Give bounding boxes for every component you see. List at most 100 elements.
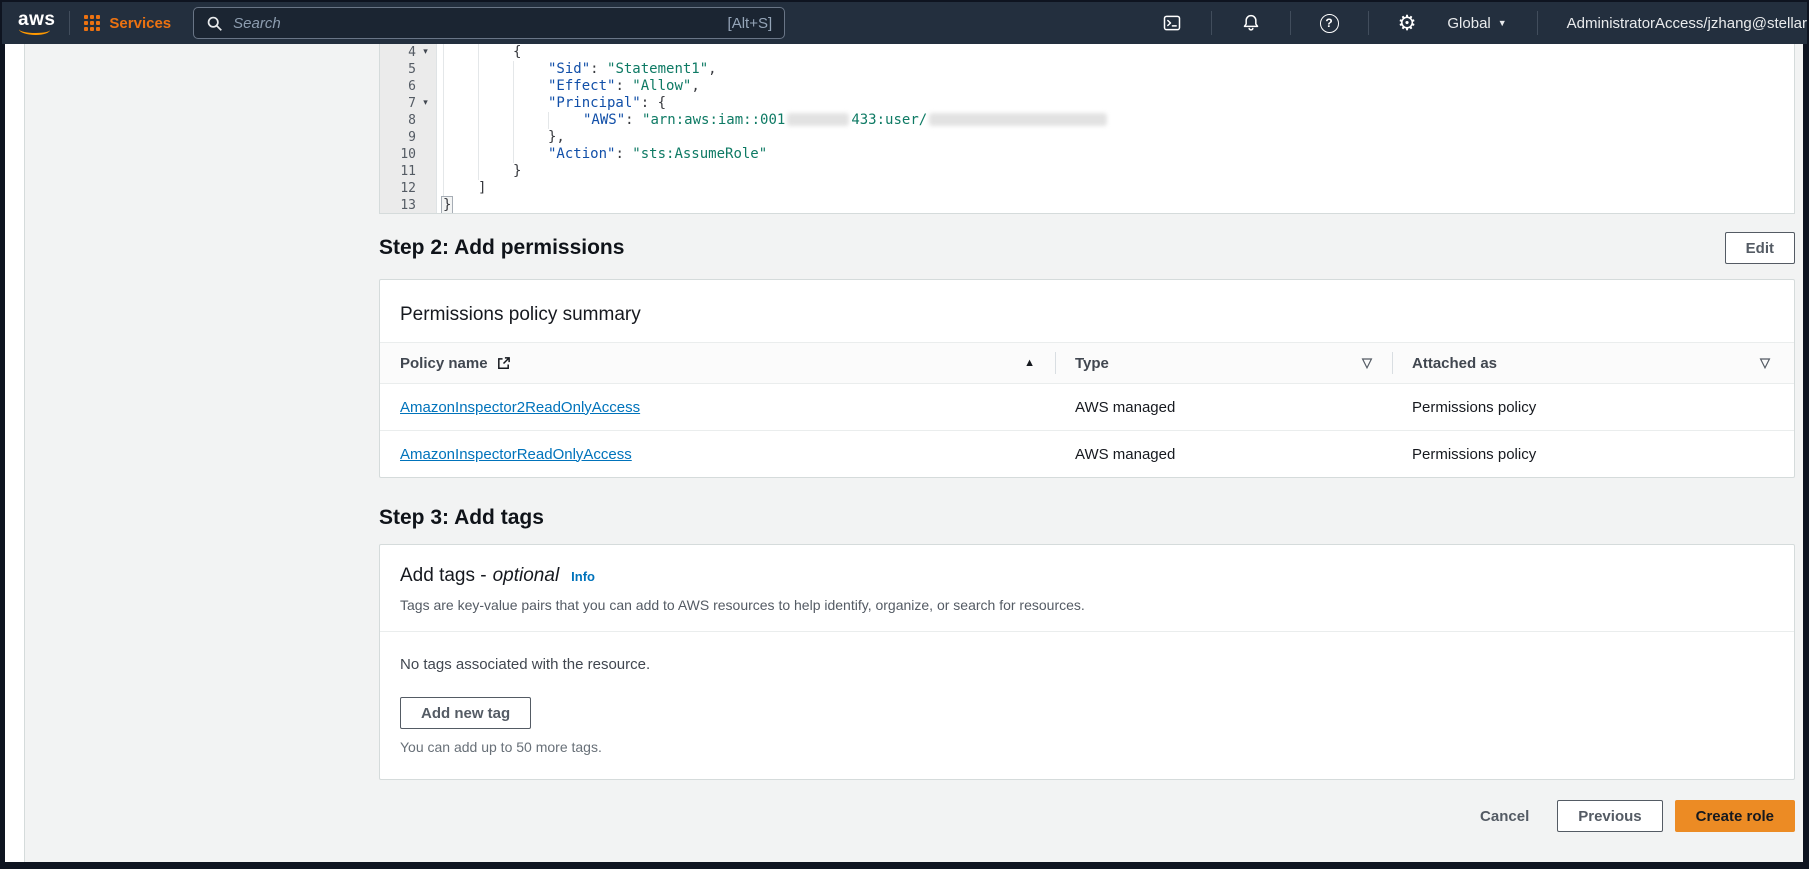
search-input[interactable]: Search [Alt+S] bbox=[193, 7, 786, 39]
add-tags-title: Add tags - optional Info bbox=[400, 565, 1774, 587]
code-line[interactable]: 12] bbox=[380, 180, 1794, 197]
column-header-attached-as[interactable]: Attached as ▽ bbox=[1392, 343, 1794, 383]
code-token: ] bbox=[478, 180, 487, 196]
edit-permissions-button[interactable]: Edit bbox=[1724, 232, 1795, 264]
column-header-policy-name[interactable]: Policy name ▲ bbox=[380, 343, 1055, 383]
code-indent bbox=[443, 112, 583, 129]
step2-heading: Step 2: Add permissions bbox=[379, 236, 625, 259]
code-token: : { bbox=[640, 95, 667, 111]
sort-ascending-icon[interactable]: ▲ bbox=[1024, 357, 1035, 369]
cell-attached-as: Permissions policy bbox=[1412, 398, 1537, 416]
table-row: AmazonInspectorReadOnlyAccess AWS managed… bbox=[380, 430, 1794, 477]
line-number: 9 bbox=[408, 130, 416, 145]
permissions-card-title: Permissions policy summary bbox=[400, 304, 641, 325]
policy-table-body: AmazonInspector2ReadOnlyAccess AWS manage… bbox=[380, 384, 1794, 477]
code-line[interactable]: 5 "Sid": "Statement1", bbox=[380, 61, 1794, 78]
services-label: Services bbox=[109, 14, 172, 32]
settings-button[interactable]: ⚙ bbox=[1383, 2, 1432, 44]
line-number-gutter[interactable]: 4 ▾ bbox=[380, 44, 437, 61]
help-button[interactable]: ? bbox=[1305, 2, 1354, 44]
code-token: : bbox=[615, 146, 633, 162]
code-line-text: "Principal": { bbox=[437, 95, 666, 112]
fold-arrow-icon[interactable]: ▾ bbox=[416, 44, 435, 61]
add-tags-title-main: Add tags - bbox=[400, 565, 487, 586]
collapsed-side-panel[interactable] bbox=[5, 44, 25, 862]
code-token: }, bbox=[548, 129, 565, 145]
code-indent bbox=[443, 146, 548, 163]
filter-icon[interactable]: ▽ bbox=[1362, 355, 1372, 371]
policy-name-link[interactable]: AmazonInspectorReadOnlyAccess bbox=[400, 446, 632, 463]
line-number-gutter[interactable]: 13 bbox=[380, 197, 437, 213]
previous-button[interactable]: Previous bbox=[1557, 800, 1663, 832]
notifications-bell-icon bbox=[1243, 14, 1258, 31]
line-number: 11 bbox=[400, 164, 416, 179]
code-token: 433:user/ bbox=[851, 112, 928, 128]
line-number-gutter[interactable]: 7 ▾ bbox=[380, 95, 437, 112]
line-number-gutter[interactable]: 6 bbox=[380, 78, 437, 95]
nav-divider bbox=[1367, 11, 1369, 35]
line-number: 6 bbox=[408, 79, 416, 94]
code-line[interactable]: 9}, bbox=[380, 129, 1794, 146]
code-line-text: "Sid": "Statement1", bbox=[437, 61, 717, 78]
line-number-gutter[interactable]: 12 bbox=[380, 180, 437, 197]
code-indent bbox=[443, 78, 548, 95]
search-shortcut-hint: [Alt+S] bbox=[727, 14, 773, 32]
code-token: "Effect" bbox=[548, 78, 616, 94]
code-line[interactable]: 6 "Effect": "Allow", bbox=[380, 78, 1794, 95]
code-token: } bbox=[441, 196, 454, 213]
code-line[interactable]: 10 "Action": "sts:AssumeRole" bbox=[380, 146, 1794, 163]
add-new-tag-button[interactable]: Add new tag bbox=[400, 697, 532, 729]
tag-limit-caption: You can add up to 50 more tags. bbox=[400, 739, 602, 755]
cell-type: AWS managed bbox=[1075, 398, 1176, 416]
code-lines: 4 ▾{5 "Sid": "Statement1", 6 "Effect": "Allo… bbox=[380, 44, 1794, 213]
redacted-value bbox=[929, 112, 1108, 126]
services-menu-button[interactable]: Services bbox=[84, 15, 171, 32]
external-link-icon bbox=[497, 356, 510, 369]
code-line-text: } bbox=[437, 196, 454, 213]
code-token: } bbox=[513, 163, 522, 179]
code-line[interactable]: 8 "AWS": "arn:aws:iam::001 433:user/ bbox=[380, 112, 1794, 129]
filter-icon[interactable]: ▽ bbox=[1760, 355, 1770, 371]
code-line[interactable]: 4 ▾ { bbox=[380, 44, 1794, 61]
line-number-gutter[interactable]: 10 bbox=[380, 146, 437, 163]
line-number-gutter[interactable]: 8 bbox=[380, 112, 437, 129]
code-line[interactable]: 7 ▾ "Principal": { bbox=[380, 95, 1794, 112]
code-line-text: "AWS": "arn:aws:iam::001 433:user/ bbox=[437, 112, 1109, 129]
info-link[interactable]: Info bbox=[571, 569, 595, 584]
code-token: "Statement1" bbox=[607, 61, 709, 77]
nav-divider bbox=[1536, 11, 1538, 35]
notifications-button[interactable] bbox=[1226, 2, 1276, 44]
column-header-type[interactable]: Type ▽ bbox=[1055, 343, 1392, 383]
aws-logo[interactable]: aws bbox=[18, 9, 55, 37]
account-menu[interactable]: AdministratorAccess/jzhang@stellar bbox=[1567, 15, 1807, 32]
trust-policy-json-editor[interactable]: 4 ▾{5 "Sid": "Statement1", 6 "Effect": "Allo… bbox=[379, 44, 1795, 214]
create-role-button[interactable]: Create role bbox=[1674, 800, 1795, 832]
region-label: Global bbox=[1447, 14, 1491, 32]
fold-arrow-icon[interactable]: ▾ bbox=[416, 95, 435, 112]
code-line[interactable]: 11} bbox=[380, 163, 1794, 180]
code-token: "Sid" bbox=[548, 61, 591, 77]
services-grid-icon bbox=[84, 15, 101, 31]
line-number-gutter[interactable]: 5 bbox=[380, 61, 437, 78]
nav-divider bbox=[69, 11, 71, 35]
line-number-gutter[interactable]: 9 bbox=[380, 129, 437, 146]
cell-policy-name: AmazonInspectorReadOnlyAccess bbox=[380, 446, 1055, 463]
line-number: 7 bbox=[408, 96, 416, 111]
cancel-button[interactable]: Cancel bbox=[1480, 808, 1529, 825]
policy-name-link[interactable]: AmazonInspector2ReadOnlyAccess bbox=[400, 399, 640, 416]
wizard-footer-actions: Cancel Previous Create role bbox=[379, 800, 1795, 832]
code-indent bbox=[443, 61, 548, 78]
line-number: 8 bbox=[408, 113, 416, 128]
region-dropdown[interactable]: Global ▼ bbox=[1431, 15, 1522, 32]
code-token: : bbox=[615, 78, 633, 94]
line-number-gutter[interactable]: 11 bbox=[380, 163, 437, 180]
table-row: AmazonInspector2ReadOnlyAccess AWS manage… bbox=[380, 384, 1794, 430]
code-line[interactable]: 13} bbox=[380, 196, 1794, 213]
code-line-text: ] bbox=[437, 180, 486, 197]
cloudshell-button[interactable] bbox=[1147, 2, 1197, 44]
code-indent bbox=[443, 95, 548, 112]
add-tags-card: Add tags - optional Info Tags are key-va… bbox=[379, 544, 1795, 780]
no-tags-message: No tags associated with the resource. bbox=[400, 656, 651, 673]
code-token: "Principal" bbox=[548, 95, 641, 111]
code-token: "AWS" bbox=[583, 112, 626, 128]
